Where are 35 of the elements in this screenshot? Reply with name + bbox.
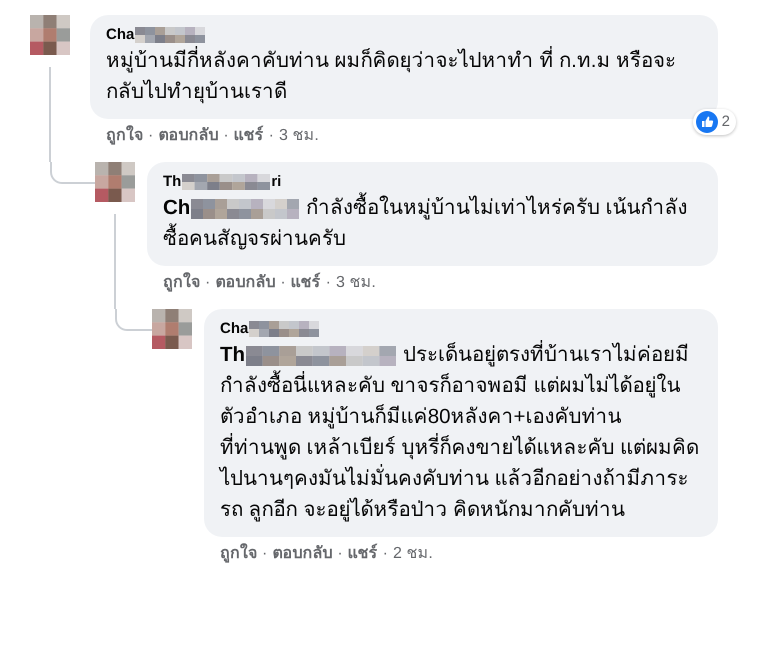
timestamp[interactable]: 3 ชม.	[336, 269, 376, 297]
author-name[interactable]: Th	[163, 172, 182, 192]
action-link[interactable]: ตอบกลับ	[215, 269, 276, 297]
pixelation-drawing	[249, 321, 320, 337]
comment-text: หมู่บ้านมีกี่หลังคาคับท่าน ผมก็คิดยุว่าจะไปหาทำ ที่ ก.ท.ม หรือจะกลับไปทำยุบ้านเราดี	[106, 45, 702, 107]
reaction-count: 2	[722, 112, 730, 132]
author-name[interactable]: Cha	[106, 25, 134, 45]
separator-dot: ·	[148, 126, 154, 146]
reaction-badge[interactable]: 2	[692, 108, 736, 135]
action-link[interactable]: ตอบกลับ	[272, 540, 332, 568]
separator-dot: ·	[337, 544, 343, 564]
action-link[interactable]: แชร์	[290, 269, 321, 297]
mention-link[interactable]: Th	[220, 343, 246, 366]
thumbs-up-icon	[696, 110, 718, 133]
timestamp[interactable]: 3 ชม.	[278, 122, 319, 150]
action-link[interactable]: แชร์	[348, 540, 378, 568]
author-name[interactable]: ri	[271, 172, 282, 192]
separator-dot: ·	[262, 544, 268, 564]
action-link[interactable]: ถูกใจ	[106, 122, 143, 150]
separator-dot: ·	[205, 273, 210, 293]
author-name[interactable]: Cha	[220, 319, 248, 339]
comment-text: Th ประเด็นอยู่ตรงที่บ้านเราไม่ค่อยมีกำลังซื้อนี่แหละคับ ขาจรก็อาจพอมี แต่ผมไม่ได้อยู่ในตัวอำเภอ หมู่บ้านก็มีแค่80หลังคา+เองคับท่าน ที่ท่านพูด เหล้าเบียร์ บุหรี่ก็คงขายได้แหละคับ แต่ผมคิดไปนานๆคงมันไม่มั่นคงคับท่าน แล้วอีกอย่างถ้ามีภาระ รถ ลูกอีก จะอยู่ได้หรือป่าว คิดหนักมากคับท่าน	[220, 339, 702, 525]
separator-dot: ·	[280, 273, 286, 293]
action-link[interactable]: ถูกใจ	[220, 540, 257, 568]
action-link[interactable]: ตอบกลับ	[158, 122, 218, 150]
comment-text: Ch กำลังซื้อในหมู่บ้านไม่เท่าไหร่ครับ เน้นกำลังซื้อคนสัญจรผ่านครับ	[163, 192, 702, 254]
action-link[interactable]: ถูกใจ	[163, 269, 200, 297]
separator-dot: ·	[382, 544, 388, 564]
separator-dot: ·	[223, 126, 229, 146]
action-link[interactable]: แชร์	[234, 122, 264, 150]
separator-dot: ·	[268, 126, 274, 146]
separator-dot: ·	[326, 273, 331, 293]
mention-link[interactable]: Ch	[163, 196, 190, 219]
timestamp[interactable]: 2 ชม.	[392, 540, 433, 568]
pixelation-drawing	[135, 27, 206, 43]
